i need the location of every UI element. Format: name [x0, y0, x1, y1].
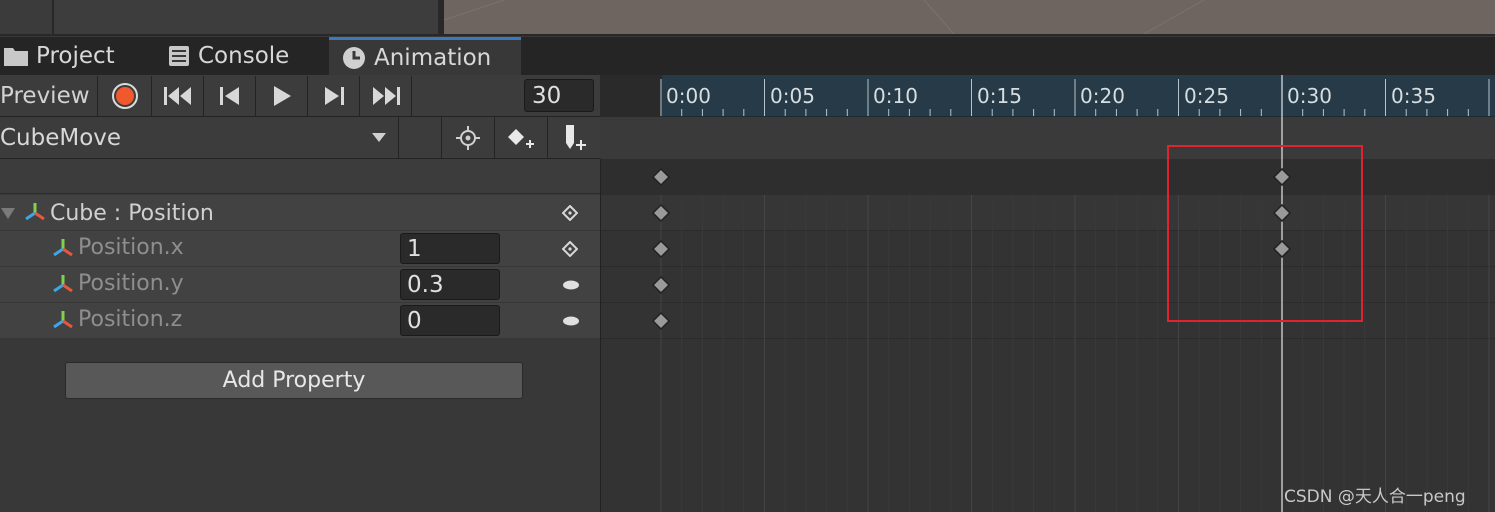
value-y: 0.3	[407, 271, 444, 298]
filter-by-selection-icon	[455, 126, 480, 150]
add-event-icon	[560, 123, 588, 153]
keyframe-diamond[interactable]	[651, 203, 671, 223]
value-z: 0	[407, 307, 422, 334]
record-icon	[111, 82, 139, 110]
frame-value: 30	[532, 82, 562, 109]
play-icon	[272, 85, 292, 107]
next-key-button[interactable]	[309, 76, 360, 116]
clock-icon	[342, 46, 366, 70]
property-row-y[interactable]: Position.y 0.3	[0, 267, 600, 303]
timeline-grid	[660, 195, 1490, 512]
prev-key-button[interactable]	[205, 76, 256, 116]
value-field-y[interactable]: 0.3	[400, 269, 500, 300]
clip-spacer	[398, 117, 441, 159]
clip-selector[interactable]: CubeMove	[0, 117, 121, 159]
transform-axes-icon	[51, 273, 75, 297]
folder-icon	[4, 46, 28, 66]
scene-panel-middle	[54, 0, 438, 34]
key-diamond-icon[interactable]	[562, 205, 578, 221]
property-group-label: Cube : Position	[50, 200, 214, 226]
watermark: CSDN @天人合一peng	[1284, 487, 1466, 507]
tab-project[interactable]: Project	[4, 37, 154, 75]
tab-animation-label: Animation	[374, 44, 492, 71]
value-field-z[interactable]: 0	[400, 305, 500, 336]
last-key-icon	[371, 86, 401, 106]
add-event-button[interactable]	[547, 117, 600, 159]
first-key-button[interactable]	[153, 76, 204, 116]
chevron-down-icon[interactable]	[370, 130, 388, 144]
tab-console[interactable]: Console	[168, 37, 328, 75]
key-diamond-icon[interactable]	[562, 241, 578, 257]
add-keyframe-button[interactable]	[494, 117, 546, 159]
keyframe-diamond[interactable]	[651, 311, 671, 331]
property-group-row[interactable]: Cube : Position	[0, 195, 600, 231]
first-key-icon	[163, 86, 193, 106]
add-keyframe-icon	[506, 126, 536, 150]
add-property-button[interactable]: Add Property	[65, 362, 523, 399]
transform-axes-icon	[51, 237, 75, 261]
key-oval-icon[interactable]	[561, 279, 581, 291]
foldout-arrow-icon[interactable]	[0, 205, 16, 221]
property-label-z: Position.z	[78, 306, 183, 332]
preview-button[interactable]: Preview	[0, 76, 98, 116]
scene-panel-left	[0, 0, 52, 34]
property-label-y: Position.y	[78, 270, 184, 296]
keyframe-diamond[interactable]	[651, 239, 671, 259]
transform-axes-icon	[23, 201, 47, 225]
tab-animation[interactable]: Animation	[329, 37, 521, 75]
value-field-x[interactable]: 1	[400, 233, 500, 264]
console-icon	[168, 45, 190, 67]
filter-by-selection-button[interactable]	[441, 117, 493, 159]
summary-row	[0, 159, 600, 194]
property-row-x[interactable]: Position.x 1	[0, 231, 600, 267]
tab-console-label: Console	[198, 43, 290, 69]
scene-view[interactable]	[444, 0, 1495, 34]
property-label-x: Position.x	[78, 234, 184, 260]
keyframe-diamond[interactable]	[651, 275, 671, 295]
highlight-box	[1167, 145, 1363, 322]
value-x: 1	[407, 235, 422, 262]
next-key-icon	[322, 86, 346, 106]
frame-field[interactable]: 30	[524, 79, 594, 112]
record-button[interactable]	[99, 76, 152, 116]
play-button[interactable]	[257, 76, 308, 116]
scene-grid-lines	[444, 0, 1205, 34]
tab-project-label: Project	[36, 43, 115, 69]
preview-label: Preview	[0, 83, 90, 109]
key-oval-icon[interactable]	[561, 315, 581, 327]
clip-name: CubeMove	[0, 125, 122, 151]
property-row-z[interactable]: Position.z 0	[0, 303, 600, 339]
add-property-label: Add Property	[222, 368, 366, 393]
ruler-ticks	[660, 79, 1490, 116]
last-key-button[interactable]	[361, 76, 412, 116]
transform-axes-icon	[51, 309, 75, 333]
prev-key-icon	[218, 86, 242, 106]
keyframe-diamond[interactable]	[651, 167, 671, 187]
